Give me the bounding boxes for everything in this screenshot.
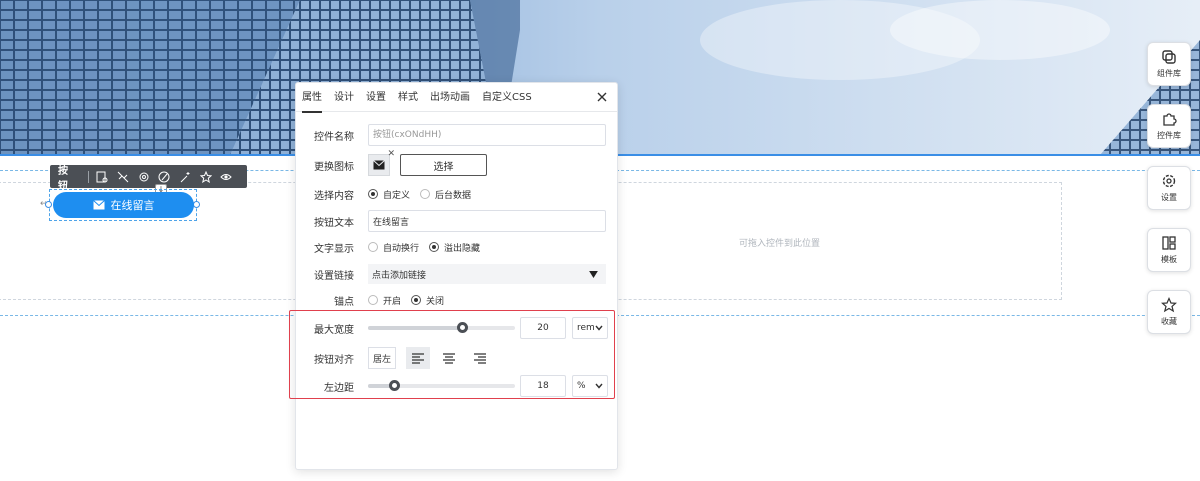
row-set-link: 设置链接 点击添加链接: [296, 262, 619, 286]
resize-handle-right[interactable]: [193, 201, 200, 208]
radio-dot: [429, 242, 440, 252]
set-link-label: 设置链接: [314, 270, 354, 282]
tab-settings[interactable]: 设置: [366, 83, 386, 112]
tab-properties[interactable]: 属性: [302, 83, 322, 113]
radio-backend-data[interactable]: 后台数据: [420, 188, 471, 201]
mail-icon: [92, 200, 105, 210]
side-label: 模板: [1161, 255, 1177, 264]
link-select-value: 点击添加链接: [372, 270, 427, 281]
side-favorites[interactable]: 收藏: [1147, 290, 1191, 334]
radio-dot: [411, 295, 422, 305]
resize-handle-left[interactable]: [45, 201, 52, 208]
online-message-label: 在线留言: [110, 199, 155, 212]
link-select[interactable]: 点击添加链接: [368, 264, 606, 284]
control-name-input[interactable]: [368, 124, 606, 146]
radio-label: 溢出隐藏: [444, 243, 481, 254]
side-template[interactable]: 模板: [1147, 228, 1191, 272]
drop-hint-text: 可拖入控件到此位置: [739, 239, 821, 249]
select-content-label: 选择内容: [314, 190, 354, 202]
palette-icon[interactable]: [156, 169, 172, 185]
side-control-library[interactable]: 控件库: [1147, 104, 1191, 148]
dropdown-triangle-icon: [589, 270, 598, 278]
tab-animation[interactable]: 出场动画: [430, 83, 470, 112]
change-icon-label: 更换图标: [314, 161, 354, 173]
property-panel: 属性 设计 设置 样式 出场动画 自定义CSS 控件名称 更换图标 ✕ 选择 选…: [295, 82, 618, 470]
radio-custom[interactable]: 自定义: [368, 188, 410, 201]
online-message-button[interactable]: 在线留言: [53, 192, 194, 218]
control-name-label: 控件名称: [314, 131, 354, 143]
close-icon[interactable]: [596, 91, 608, 103]
star-icon: [1161, 297, 1177, 313]
radio-anchor-off[interactable]: 关闭: [411, 294, 444, 307]
radio-dot: [368, 189, 378, 199]
radio-dot: [420, 189, 431, 199]
editor-stage: 可拖入控件到此位置 按钮 ↓ ↔ 在线留言 组件库 控件库 设置 模板 收藏 属…: [0, 0, 1200, 481]
side-component-library[interactable]: 组件库: [1147, 42, 1191, 86]
layers-icon: [1162, 50, 1176, 64]
remove-icon[interactable]: ✕: [387, 149, 395, 159]
icon-preview: ✕: [368, 149, 395, 176]
mail-icon: [373, 160, 385, 170]
widget-toolbar: 按钮: [50, 165, 247, 192]
radio-label: 关闭: [426, 296, 445, 307]
row-button-text: 按钮文本: [296, 209, 619, 233]
radio-label: 开启: [383, 296, 402, 307]
row-select-content: 选择内容 自定义 后台数据: [296, 182, 619, 206]
settings-icon[interactable]: [136, 169, 152, 185]
choose-icon-button[interactable]: 选择: [400, 154, 487, 176]
radio-dot: [368, 242, 378, 252]
anchor-label: 锚点: [334, 296, 354, 308]
text-display-label: 文字显示: [314, 243, 354, 255]
eye-icon[interactable]: [218, 169, 234, 185]
star-icon[interactable]: [198, 169, 214, 185]
radio-auto-wrap[interactable]: 自动换行: [368, 241, 419, 254]
tab-custom-css[interactable]: 自定义CSS: [482, 83, 532, 112]
side-label: 组件库: [1157, 69, 1181, 78]
radio-label: 自定义: [383, 190, 411, 201]
tab-style[interactable]: 样式: [398, 83, 418, 112]
puzzle-icon: [1163, 113, 1177, 126]
toolbar-separator: [87, 170, 89, 183]
row-text-display: 文字显示 自动换行 溢出隐藏: [296, 235, 619, 259]
side-settings[interactable]: 设置: [1147, 166, 1191, 210]
style-icon[interactable]: [95, 169, 111, 185]
side-label: 设置: [1161, 193, 1177, 202]
tab-design[interactable]: 设计: [334, 83, 354, 112]
row-change-icon: 更换图标 ✕ 选择: [296, 149, 619, 177]
template-icon: [1162, 236, 1176, 250]
widget-type-label: 按钮: [58, 165, 68, 192]
gear-icon: [1162, 174, 1176, 188]
side-label: 控件库: [1157, 131, 1181, 140]
radio-label: 后台数据: [435, 190, 472, 201]
unlink-icon[interactable]: [115, 169, 131, 185]
button-text-input[interactable]: [368, 210, 606, 232]
button-text-label: 按钮文本: [314, 217, 354, 229]
highlight-box: [289, 310, 615, 399]
radio-dot: [368, 295, 378, 305]
row-control-name: 控件名称: [296, 123, 619, 147]
row-anchor: 锚点 开启 关闭: [296, 288, 619, 312]
radio-overflow-hidden[interactable]: 溢出隐藏: [429, 241, 480, 254]
panel-tabs: 属性 设计 设置 样式 出场动画 自定义CSS: [296, 83, 617, 113]
magic-wand-icon[interactable]: [177, 169, 193, 185]
side-label: 收藏: [1161, 317, 1177, 326]
radio-label: 自动换行: [383, 243, 420, 254]
radio-anchor-on[interactable]: 开启: [368, 294, 401, 307]
